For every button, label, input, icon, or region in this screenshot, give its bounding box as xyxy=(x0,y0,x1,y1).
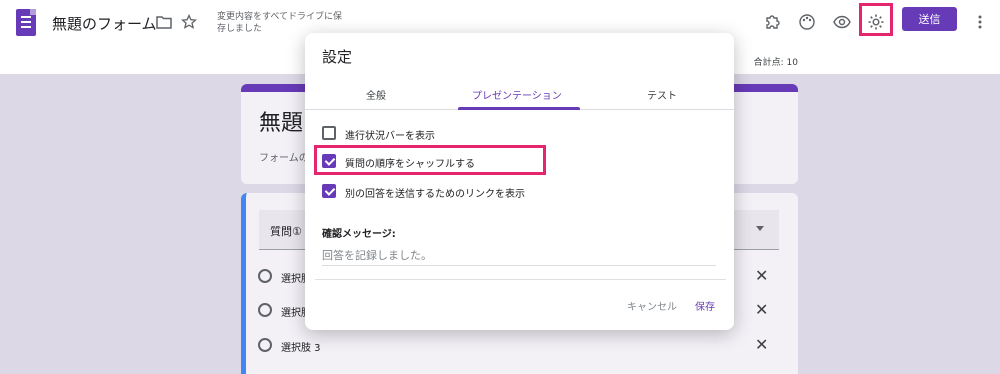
settings-tabs: 全般 プレゼンテーション テスト xyxy=(305,81,734,110)
resubmit-link-label: 別の回答を送信するためのリンクを表示 xyxy=(345,189,525,200)
form-description: フォームの xyxy=(259,153,309,164)
more-vert-icon[interactable] xyxy=(970,12,990,32)
tab-general[interactable]: 全般 xyxy=(366,87,386,102)
preview-eye-icon[interactable] xyxy=(832,12,852,32)
dialog-divider xyxy=(315,279,726,280)
shuffle-highlight-box xyxy=(314,145,546,175)
option-label: 選択肢 3 xyxy=(281,343,321,354)
tab-quiz[interactable]: テスト xyxy=(647,87,677,102)
save-status: 変更内容をすべてドライブに保存しました xyxy=(217,12,343,34)
folder-icon[interactable] xyxy=(154,12,174,32)
forms-logo-icon[interactable] xyxy=(16,9,36,36)
form-title[interactable]: 無題のフォーム xyxy=(52,13,157,34)
remove-option-icon: ✕ xyxy=(755,266,769,285)
progress-bar-label: 進行状況バーを表示 xyxy=(345,131,435,142)
active-tab-indicator xyxy=(458,107,580,110)
option-radio-icon xyxy=(258,269,272,283)
progress-bar-checkbox[interactable] xyxy=(322,126,336,140)
settings-dialog: 設定 全般 プレゼンテーション テスト 進行状況バーを表示 質問の順序をシャッフ… xyxy=(305,33,734,330)
star-icon[interactable] xyxy=(179,12,199,32)
option-radio-icon xyxy=(258,303,272,317)
cancel-button[interactable]: キャンセル xyxy=(627,298,677,313)
remove-option-icon: ✕ xyxy=(755,335,769,354)
question-title: 質問① xyxy=(270,225,302,238)
confirmation-message-label: 確認メッセージ: xyxy=(322,229,396,240)
confirmation-message-input[interactable]: 回答を記録しました。 xyxy=(322,244,716,266)
tab-presentation[interactable]: プレゼンテーション xyxy=(472,87,562,102)
resubmit-link-checkbox[interactable] xyxy=(322,184,336,198)
settings-highlight-box xyxy=(859,3,893,36)
addon-puzzle-icon[interactable] xyxy=(763,12,783,32)
send-button[interactable]: 送信 xyxy=(902,7,957,31)
save-button[interactable]: 保存 xyxy=(695,298,715,313)
question-type-dropdown-icon xyxy=(756,226,764,231)
option-radio-icon xyxy=(258,338,272,352)
total-points: 合計点: 10 xyxy=(753,58,798,68)
dialog-title: 設定 xyxy=(322,48,353,66)
remove-option-icon: ✕ xyxy=(755,300,769,319)
palette-icon[interactable] xyxy=(797,12,817,32)
form-title-heading: 無題 xyxy=(259,111,304,136)
